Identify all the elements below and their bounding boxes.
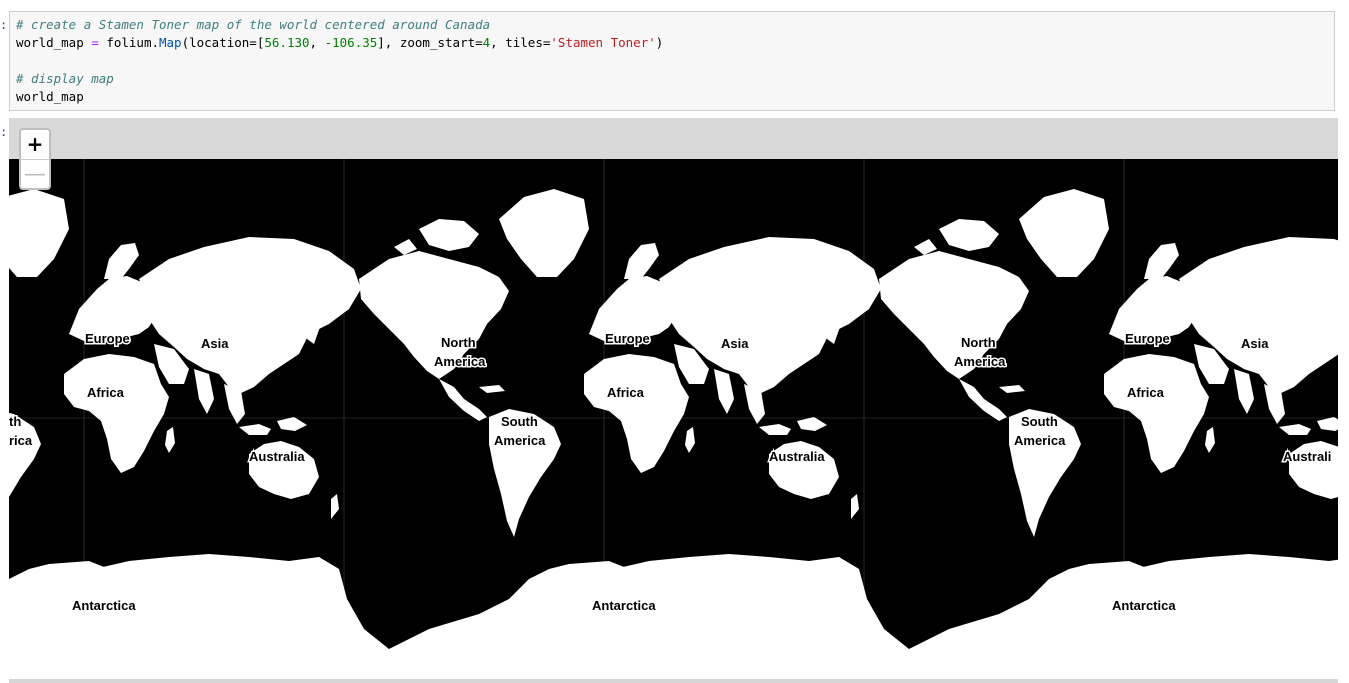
label-south-america: America xyxy=(494,433,546,448)
map-top-band xyxy=(9,118,1338,159)
label-australia: Australia xyxy=(249,449,305,464)
zoom-control: + — xyxy=(19,128,51,190)
label-europe: Europe xyxy=(605,331,650,346)
label-north-america: America xyxy=(954,354,1006,369)
label-south-america: South xyxy=(1021,414,1058,429)
input-prompt-marker: : xyxy=(0,18,8,32)
label-north-america: North xyxy=(441,335,476,350)
map-output[interactable]: th rica Europe Asia Africa North America… xyxy=(9,118,1338,683)
code-line-display-var: world_map xyxy=(16,89,84,104)
label-south-america-partial: th xyxy=(9,414,21,429)
label-antarctica: Antarctica xyxy=(72,598,136,613)
label-europe: Europe xyxy=(85,331,130,346)
label-south-america-partial: rica xyxy=(9,433,33,448)
world-map-canvas[interactable]: th rica Europe Asia Africa North America… xyxy=(9,159,1338,679)
label-south-america: America xyxy=(1014,433,1066,448)
output-bottom-scrollbar[interactable] xyxy=(9,679,1338,683)
code-line-display-comment: # display map xyxy=(16,71,114,86)
label-asia: Asia xyxy=(201,336,229,351)
label-north-america: America xyxy=(434,354,486,369)
zoom-in-button[interactable]: + xyxy=(21,130,49,160)
label-africa: Africa xyxy=(87,385,125,400)
label-africa: Africa xyxy=(1127,385,1165,400)
label-south-america: South xyxy=(501,414,538,429)
code-line-comment: # create a Stamen Toner map of the world… xyxy=(16,17,491,32)
label-antarctica: Antarctica xyxy=(592,598,656,613)
code-cell-input[interactable]: # create a Stamen Toner map of the world… xyxy=(9,11,1335,111)
label-asia: Asia xyxy=(721,336,749,351)
code-line-map-assignment: world_map = folium.Map(location=[56.130,… xyxy=(16,35,664,50)
label-asia: Asia xyxy=(1241,336,1269,351)
label-africa: Africa xyxy=(607,385,645,400)
label-antarctica: Antarctica xyxy=(1112,598,1176,613)
label-europe: Europe xyxy=(1125,331,1170,346)
output-prompt-marker: : xyxy=(0,125,8,139)
label-north-america: North xyxy=(961,335,996,350)
label-australia-partial: Australi xyxy=(1283,449,1331,464)
label-australia: Australia xyxy=(769,449,825,464)
zoom-out-button[interactable]: — xyxy=(21,160,49,189)
